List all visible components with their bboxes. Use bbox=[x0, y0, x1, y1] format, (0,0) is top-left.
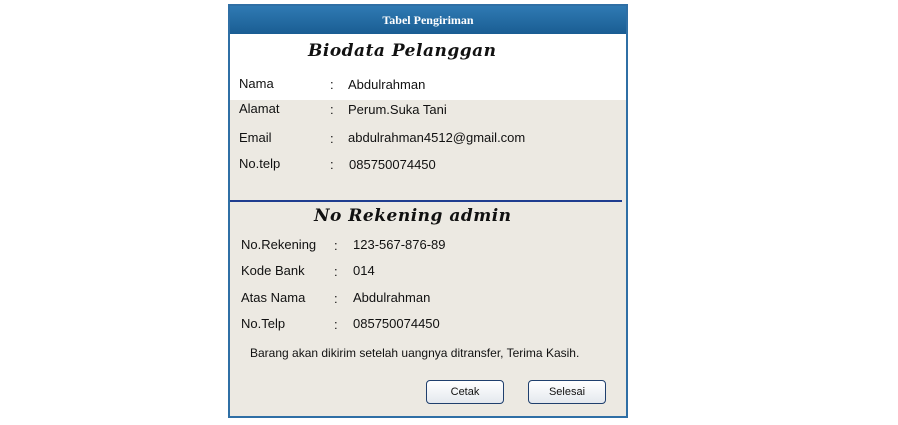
customer-heading: Biodata Pelanggan bbox=[308, 41, 497, 61]
admin-phone-label: No.Telp bbox=[241, 316, 286, 331]
email-value: abdulrahman4512@gmail.com bbox=[348, 130, 526, 145]
email-label: Email bbox=[239, 130, 272, 145]
email-separator: : bbox=[330, 131, 334, 146]
address-value: Perum.Suka Tani bbox=[348, 102, 447, 117]
address-separator: : bbox=[330, 102, 334, 117]
phone-separator: : bbox=[330, 157, 334, 172]
name-label: Nama bbox=[239, 76, 274, 91]
name-separator: : bbox=[330, 77, 334, 92]
account-number-value: 123-567-876-89 bbox=[353, 237, 446, 252]
section-divider bbox=[230, 200, 622, 202]
account-holder-value: Abdulrahman bbox=[353, 290, 431, 305]
finish-button[interactable]: Selesai bbox=[528, 380, 606, 404]
name-value: Abdulrahman bbox=[348, 77, 426, 92]
account-holder-separator: : bbox=[334, 291, 338, 306]
account-holder-label: Atas Nama bbox=[241, 290, 306, 305]
account-heading: No Rekening admin bbox=[314, 206, 512, 226]
admin-phone-separator: : bbox=[334, 317, 338, 332]
phone-value: 085750074450 bbox=[349, 157, 436, 172]
bank-code-value: 014 bbox=[353, 263, 375, 278]
shipping-dialog: Tabel Pengiriman Biodata Pelanggan Nama … bbox=[228, 4, 628, 418]
print-button[interactable]: Cetak bbox=[426, 380, 504, 404]
window-title: Tabel Pengiriman bbox=[230, 6, 626, 34]
address-label: Alamat bbox=[239, 101, 280, 116]
account-number-label: No.Rekening bbox=[241, 237, 317, 252]
transfer-note: Barang akan dikirim setelah uangnya ditr… bbox=[250, 346, 580, 360]
admin-phone-value: 085750074450 bbox=[353, 316, 440, 331]
bank-code-label: Kode Bank bbox=[241, 263, 305, 278]
phone-label: No.telp bbox=[239, 156, 281, 171]
bank-code-separator: : bbox=[334, 264, 338, 279]
account-number-separator: : bbox=[334, 238, 338, 253]
